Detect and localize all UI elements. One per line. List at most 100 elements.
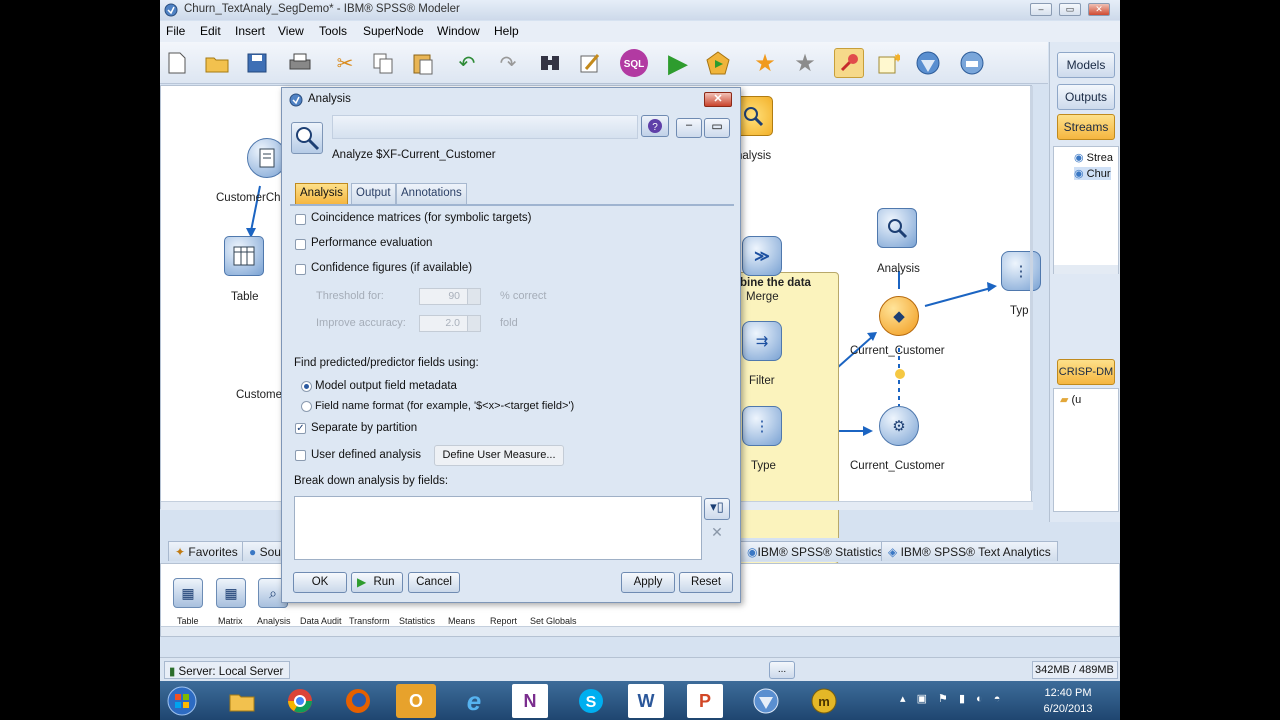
- performance-label: Performance evaluation: [311, 237, 433, 249]
- ok-button[interactable]: OK: [293, 572, 347, 593]
- define-user-measure-button[interactable]: Define User Measure...: [434, 445, 564, 466]
- metadata-radio[interactable]: [301, 381, 312, 392]
- palette-hscroll[interactable]: [161, 626, 1119, 636]
- palette-tab-favorites[interactable]: ✦ Favorites: [168, 541, 245, 561]
- powerpoint-icon[interactable]: P: [687, 684, 723, 718]
- taskbar-time[interactable]: 12:40 PM: [1038, 687, 1098, 699]
- menu-edit[interactable]: Edit: [200, 24, 221, 38]
- tab-annotations[interactable]: Annotations: [396, 183, 467, 204]
- model-node[interactable]: ⚙: [879, 406, 919, 446]
- server-status[interactable]: ▮ Server: Local Server: [164, 661, 290, 679]
- cut-icon[interactable]: ✂: [330, 48, 360, 78]
- type-node[interactable]: ⋮: [742, 406, 782, 446]
- crisp-dm-tab[interactable]: CRISP-DM: [1057, 359, 1115, 385]
- sql-icon[interactable]: SQL: [618, 48, 650, 78]
- windows-icon[interactable]: [160, 684, 204, 718]
- status-dots-button[interactable]: ...: [769, 661, 795, 679]
- menu-window[interactable]: Window: [437, 24, 480, 38]
- dialog-close-button[interactable]: ✕: [704, 92, 732, 107]
- undo-icon[interactable]: ↶: [452, 48, 482, 78]
- menu-view[interactable]: View: [278, 24, 304, 38]
- help-icon[interactable]: ?: [641, 115, 669, 137]
- outlook-icon[interactable]: O: [396, 684, 436, 718]
- spss-icon[interactable]: [740, 684, 792, 718]
- favorite-icon[interactable]: ★: [750, 48, 780, 78]
- cloud-icon[interactable]: [957, 48, 987, 78]
- app-icon-taskbar[interactable]: m: [798, 684, 850, 718]
- merge-node[interactable]: ≫: [742, 236, 782, 276]
- tab-analysis[interactable]: Analysis: [295, 183, 348, 204]
- tray-icons[interactable]: ▴ ▣ ⚑ ▮ ◐ ◓: [900, 692, 1004, 705]
- coincidence-checkbox[interactable]: [295, 214, 306, 225]
- onenote-icon[interactable]: N: [512, 684, 548, 718]
- improve-label: Improve accuracy:: [316, 317, 406, 329]
- edit-icon[interactable]: [575, 48, 605, 78]
- minimize-button[interactable]: –: [1030, 3, 1052, 16]
- chrome-icon[interactable]: [274, 684, 326, 718]
- palette-tab-text-analytics[interactable]: ◈ IBM® SPSS® Text Analytics: [881, 541, 1058, 561]
- streams-hscroll[interactable]: [1054, 265, 1118, 274]
- menu-supernode[interactable]: SuperNode: [363, 24, 424, 38]
- tab-output[interactable]: Output: [351, 183, 396, 204]
- apply-button[interactable]: Apply: [621, 572, 675, 593]
- annotate-icon[interactable]: ✸: [873, 48, 903, 78]
- dialog-minimize-button[interactable]: –: [676, 118, 702, 138]
- stream-item-2[interactable]: ◉ Chur: [1074, 167, 1111, 180]
- crisp-folder[interactable]: ▰ (u: [1060, 393, 1081, 406]
- run-selection-icon[interactable]: [703, 48, 733, 78]
- field-picker-icon[interactable]: ▾▯: [704, 498, 730, 520]
- close-button[interactable]: ✕: [1088, 3, 1110, 16]
- type-node-2[interactable]: ⋮: [1001, 251, 1041, 291]
- svg-text:SQL: SQL: [624, 59, 645, 70]
- palette-matrix-node[interactable]: ▦: [216, 578, 246, 608]
- confidence-checkbox[interactable]: [295, 264, 306, 275]
- canvas-vscroll[interactable]: [1030, 86, 1033, 491]
- table-node[interactable]: [224, 236, 264, 276]
- palette-tab-spss-statistics[interactable]: ◉IBM® SPSS® Statistics: [740, 541, 891, 561]
- run-button[interactable]: ▶ Run: [351, 572, 403, 593]
- cancel-button[interactable]: Cancel: [408, 572, 460, 593]
- separate-partition-checkbox[interactable]: ✓: [295, 423, 306, 434]
- print-icon[interactable]: [285, 48, 315, 78]
- taskbar-date[interactable]: 6/20/2013: [1038, 703, 1098, 715]
- paste-icon[interactable]: [408, 48, 438, 78]
- streams-tab[interactable]: Streams: [1057, 114, 1115, 140]
- analysis-output-node[interactable]: [877, 208, 917, 248]
- menu-file[interactable]: File: [166, 24, 185, 38]
- new-icon[interactable]: [162, 48, 192, 78]
- threshold-input[interactable]: 90: [419, 288, 481, 305]
- breakdown-fields-list[interactable]: [294, 496, 702, 560]
- skype-icon[interactable]: S: [565, 684, 617, 718]
- menu-help[interactable]: Help: [494, 24, 519, 38]
- filter-node[interactable]: ⇉: [742, 321, 782, 361]
- improve-input[interactable]: 2.0: [419, 315, 481, 332]
- pin-icon[interactable]: [834, 48, 864, 78]
- reset-button[interactable]: Reset: [679, 572, 733, 593]
- remove-field-icon[interactable]: ✕: [704, 524, 730, 544]
- open-icon[interactable]: [202, 48, 232, 78]
- palette-table-node[interactable]: ▦: [173, 578, 203, 608]
- outputs-tab[interactable]: Outputs: [1057, 84, 1115, 110]
- star-icon[interactable]: ★: [790, 48, 820, 78]
- performance-checkbox[interactable]: [295, 239, 306, 250]
- save-icon[interactable]: [242, 48, 272, 78]
- redo-icon[interactable]: ↷: [493, 48, 523, 78]
- models-tab[interactable]: Models: [1057, 52, 1115, 78]
- node-label-analysis: Analysis: [877, 263, 920, 275]
- dialog-maximize-button[interactable]: ▭: [704, 118, 730, 138]
- menu-insert[interactable]: Insert: [235, 24, 265, 38]
- maximize-button[interactable]: ▭: [1059, 3, 1081, 16]
- firefox-icon[interactable]: [332, 684, 384, 718]
- stream-item-1[interactable]: ◉ Strea: [1074, 151, 1113, 164]
- user-defined-checkbox[interactable]: [295, 450, 306, 461]
- format-radio[interactable]: [301, 401, 312, 412]
- ie-icon[interactable]: e: [448, 684, 500, 718]
- model-icon[interactable]: [913, 48, 943, 78]
- copy-icon[interactable]: [368, 48, 398, 78]
- menu-tools[interactable]: Tools: [319, 24, 347, 38]
- explorer-icon[interactable]: [216, 684, 268, 718]
- run-icon[interactable]: ▶: [663, 48, 693, 78]
- find-icon[interactable]: [535, 48, 565, 78]
- word-icon[interactable]: W: [628, 684, 664, 718]
- model-nugget-node[interactable]: ◆: [879, 296, 919, 336]
